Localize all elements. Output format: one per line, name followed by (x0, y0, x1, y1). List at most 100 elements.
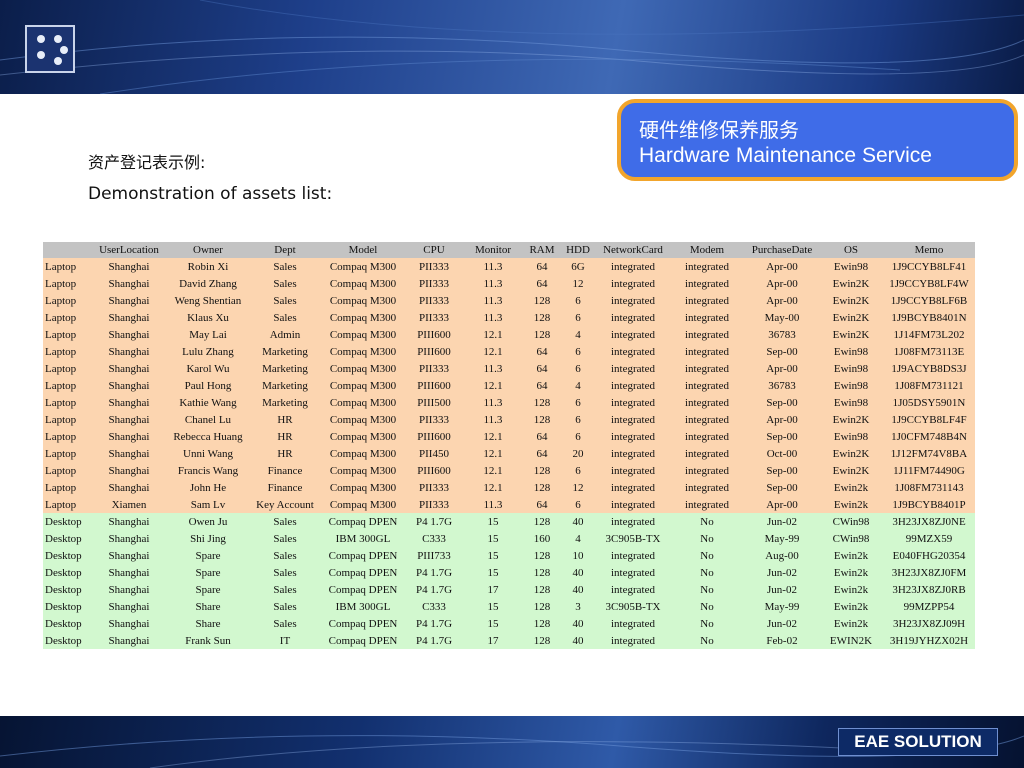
table-cell: IBM 300GL (319, 598, 407, 615)
table-row: Laptop Shanghai May Lai Admin Compaq M300 PII… (43, 326, 975, 343)
table-cell: PII450 (407, 445, 461, 462)
table-cell: CWin98 (819, 513, 883, 530)
table-cell: Shanghai (93, 632, 165, 649)
table-cell: Sales (251, 530, 319, 547)
table-cell: PIII600 (407, 428, 461, 445)
table-cell: Laptop (43, 496, 93, 513)
column-header: Memo (883, 242, 975, 258)
table-cell: Desktop (43, 513, 93, 530)
table-cell: Ewin2K (819, 411, 883, 428)
table-cell: Apr-00 (745, 292, 819, 309)
table-cell: integrated (597, 445, 669, 462)
table-cell: Laptop (43, 394, 93, 411)
table-cell: Spare (165, 547, 251, 564)
table-cell: 128 (525, 462, 559, 479)
table-cell: Laptop (43, 428, 93, 445)
table-cell: 128 (525, 309, 559, 326)
table-cell: No (669, 615, 745, 632)
table-cell: P4 1.7G (407, 564, 461, 581)
column-header: CPU (407, 242, 461, 258)
table-cell: integrated (597, 394, 669, 411)
table-cell: integrated (597, 377, 669, 394)
table-cell: 12 (559, 275, 597, 292)
table-row: Laptop Shanghai Robin Xi Sales Compaq M300 PI… (43, 258, 975, 275)
table-cell: 6 (559, 428, 597, 445)
table-cell: 1J9BCYB8401P (883, 496, 975, 513)
table-cell: 11.3 (461, 258, 525, 275)
table-cell: CWin98 (819, 530, 883, 547)
table-cell: Shanghai (93, 547, 165, 564)
table-cell: Jun-02 (745, 615, 819, 632)
table-cell: integrated (597, 411, 669, 428)
table-cell: Frank Sun (165, 632, 251, 649)
table-cell: 1J11FM74490G (883, 462, 975, 479)
table-cell: Ewin2k (819, 496, 883, 513)
table-cell: Shanghai (93, 275, 165, 292)
table-cell: Sales (251, 275, 319, 292)
table-cell: P4 1.7G (407, 513, 461, 530)
table-cell: Jun-02 (745, 581, 819, 598)
table-cell: PII333 (407, 258, 461, 275)
header-light-streaks (0, 0, 1024, 94)
table-cell: Compaq DPEN (319, 615, 407, 632)
table-cell: 20 (559, 445, 597, 462)
table-cell: Ewin2K (819, 326, 883, 343)
table-cell: Shanghai (93, 462, 165, 479)
table-cell: 6G (559, 258, 597, 275)
table-cell: 128 (525, 564, 559, 581)
table-cell: 15 (461, 598, 525, 615)
table-cell: integrated (669, 360, 745, 377)
table-cell: 128 (525, 615, 559, 632)
table-cell: 11.3 (461, 275, 525, 292)
table-cell: Sales (251, 598, 319, 615)
table-cell: 36783 (745, 377, 819, 394)
table-cell: May-00 (745, 309, 819, 326)
table-cell: integrated (597, 292, 669, 309)
table-row: Desktop Shanghai Shi Jing Sales IBM 300GL C33… (43, 530, 975, 547)
table-cell: Share (165, 615, 251, 632)
table-cell: Compaq M300 (319, 275, 407, 292)
table-cell: 15 (461, 513, 525, 530)
table-cell: 6 (559, 360, 597, 377)
table-row: Laptop Shanghai Paul Hong Marketing Compaq M… (43, 377, 975, 394)
table-cell: Shanghai (93, 564, 165, 581)
table-cell: Ewin2k (819, 547, 883, 564)
table-cell: Sales (251, 581, 319, 598)
table-cell: Laptop (43, 377, 93, 394)
table-cell: Shanghai (93, 343, 165, 360)
table-cell: Ewin2k (819, 479, 883, 496)
column-header: Modem (669, 242, 745, 258)
table-cell: HR (251, 411, 319, 428)
table-row: Laptop Shanghai David Zhang Sales Compaq M30… (43, 275, 975, 292)
table-cell: HR (251, 445, 319, 462)
table-cell: integrated (669, 496, 745, 513)
table-cell: 128 (525, 513, 559, 530)
table-cell: Shanghai (93, 292, 165, 309)
table-cell: 12.1 (461, 462, 525, 479)
table-cell: HR (251, 428, 319, 445)
table-cell: 99MZPP54 (883, 598, 975, 615)
table-row: Desktop Shanghai Frank Sun IT Compaq DPEN P4 … (43, 632, 975, 649)
table-cell: Weng Shentian (165, 292, 251, 309)
table-cell: PII333 (407, 292, 461, 309)
table-cell: 128 (525, 581, 559, 598)
table-cell: Apr-00 (745, 275, 819, 292)
table-row: Laptop Shanghai Francis Wang Finance Compaq … (43, 462, 975, 479)
table-cell: No (669, 581, 745, 598)
table-cell: Francis Wang (165, 462, 251, 479)
table-cell: PIII600 (407, 343, 461, 360)
table-cell: 64 (525, 445, 559, 462)
table-cell: 1J14FM73L202 (883, 326, 975, 343)
table-cell: integrated (597, 479, 669, 496)
table-cell: Shanghai (93, 428, 165, 445)
table-cell: P4 1.7G (407, 632, 461, 649)
table-cell: David Zhang (165, 275, 251, 292)
table-cell: 160 (525, 530, 559, 547)
table-cell: 3H23JX8ZJ0FM (883, 564, 975, 581)
table-cell: Apr-00 (745, 496, 819, 513)
table-cell: Desktop (43, 581, 93, 598)
table-cell: Ewin2K (819, 275, 883, 292)
table-cell: Share (165, 598, 251, 615)
table-cell: Sales (251, 292, 319, 309)
table-cell: IBM 300GL (319, 530, 407, 547)
